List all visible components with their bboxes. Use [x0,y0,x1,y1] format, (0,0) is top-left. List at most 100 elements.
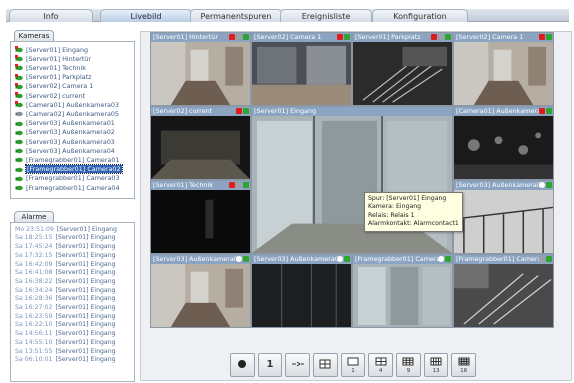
layout-custom-button[interactable] [313,353,338,377]
relay-icon[interactable] [236,256,242,262]
camera-status-icon[interactable] [546,182,552,188]
alarm-list-item[interactable]: Sa 14:55:10 [Server01] Eingang [15,338,116,347]
camera-list-item[interactable]: [Server01] Eingang [15,45,88,54]
video-cell-controls [236,256,249,262]
camera-list-item[interactable]: [Server01] Hintertür [15,54,91,63]
alarm-list-item[interactable]: Sa 16:41:08 [Server01] Eingang [15,269,116,278]
record-button[interactable] [230,353,255,377]
camera-list-item[interactable]: [Server02] current [15,91,85,100]
camera-list-item[interactable]: [Server01] Technik [15,63,86,72]
camera-list-item[interactable]: [Server02] Camera 1 [15,82,93,91]
layout-9-button[interactable]: 9 [396,353,421,377]
record-indicator-icon[interactable] [229,182,235,188]
camera-list-item[interactable]: [Framegrabber01] Camera01 [15,155,120,164]
alarm-list-item[interactable]: Sa 06:10:01 [Server01] Eingang [15,356,116,365]
alarms-panel-tab: Alarme [14,211,54,222]
video-cell[interactable]: [Server02] Camera 1 [251,32,352,106]
alarm-list-item[interactable]: Sa 18:25:15 [Server01] Eingang [15,234,116,243]
record-indicator-icon[interactable] [337,34,343,40]
tab-konfiguration[interactable]: Konfiguration [372,9,468,22]
camera-list-item-label: [Framegrabber01] Camera02 [25,164,123,175]
layout-13-button[interactable]: 13 [423,353,449,377]
tab-permanentspuren[interactable]: Permanentspuren [190,9,282,22]
sequence-button[interactable] [285,353,311,377]
alarm-list-item[interactable]: Sa 16:23:59 [Server01] Eingang [15,312,116,321]
ptz-icon[interactable] [236,34,242,40]
alarm-list-item[interactable]: Sa 16:28:36 [Server01] Eingang [15,295,116,304]
alarm-list-item[interactable]: Sa 13:51:55 [Server01] Eingang [15,347,116,356]
camera-list[interactable]: [Server01] Eingang [Server01] Hintertür [S… [10,41,135,199]
camera-status-icon[interactable] [445,34,451,40]
record-indicator-icon[interactable] [229,34,235,40]
alarm-list[interactable]: Mo 23:51:09 [Server01] Eingang Sa 18:25:15… [10,222,135,382]
video-cell[interactable]: [Framegrabber01] Camera02 [352,254,453,328]
video-cell[interactable]: [Server01] Technik [150,180,251,254]
video-cell[interactable]: [Server02] current [150,106,251,180]
tab-info[interactable]: Info [9,9,93,22]
tab-ereignisliste[interactable]: Ereignisliste [280,9,372,22]
layout-16-button[interactable]: 16 [451,353,477,377]
camera-icon [15,92,23,99]
camera-list-item[interactable]: [Camera01] Außenkamera03 [15,100,119,109]
alarm-list-item[interactable]: Sa 17:32:15 [Server01] Eingang [15,251,116,260]
alarm-time: Sa 13:51:55 [15,347,53,355]
alarm-list-item[interactable]: Sa 16:38:22 [Server01] Eingang [15,277,116,286]
alarm-list-item[interactable]: Sa 16:42:09 [Server01] Eingang [15,260,116,269]
layout-1-button[interactable]: 1 [340,353,366,377]
video-cell[interactable]: [Server03] Außenkamera02 [251,254,352,328]
camera-status-icon[interactable] [344,256,350,262]
tooltip-line: Kamera: Eingang [368,203,422,211]
tab-livebild[interactable]: Livebild [100,9,192,22]
video-cell[interactable]: [Server02] Camera 1 [453,32,554,106]
layout-4-button[interactable]: 4 [368,353,394,377]
camera-status-icon[interactable] [546,108,552,114]
single-view-button[interactable]: 1 [257,353,283,377]
alarm-list-item[interactable]: Sa 16:22:10 [Server01] Eingang [15,321,116,330]
camera-status-icon[interactable] [546,34,552,40]
record-indicator-icon[interactable] [431,34,437,40]
ptz-icon[interactable] [539,256,545,262]
video-cell[interactable]: [Server01] Eingang [251,106,453,254]
camera-list-item[interactable]: [Server03] Außenkamera01 [15,119,115,128]
alarm-list-item[interactable]: Sa 14:56:11 [Server01] Eingang [15,329,116,338]
alarm-list-item[interactable]: Sa 17:45:24 [Server01] Eingang [15,242,116,251]
relay-icon[interactable] [438,256,444,262]
camera-status-icon[interactable] [445,256,451,262]
video-cell[interactable]: [Server03] Außenkamera04 [453,180,554,254]
video-cell-controls [236,108,249,114]
video-cell[interactable]: [Framegrabber01] Camera03 [453,254,554,328]
ptz-icon[interactable] [236,182,242,188]
camera-list-item[interactable]: [Framegrabber01] Camera04 [15,183,120,192]
relay-icon[interactable] [539,182,545,188]
camera-list-item[interactable]: [Framegrabber01] Camera03 [15,174,120,183]
camera-list-item[interactable]: [Server03] Außenkamera04 [15,146,115,155]
alarm-device: [Server01] Eingang [55,286,116,294]
alarm-time: Sa 16:41:08 [15,269,53,277]
camera-status-icon[interactable] [243,182,249,188]
camera-list-item[interactable]: [Framegrabber01] Camera02 [15,164,123,175]
record-indicator-icon[interactable] [539,34,545,40]
camera-list-item[interactable]: [Server01] Parkplatz [15,73,92,82]
alarm-list-item[interactable]: Mo 23:51:09 [Server01] Eingang [15,225,117,234]
video-cell[interactable]: [Server01] Hintertür [150,32,251,106]
record-indicator-icon[interactable] [236,108,242,114]
camera-status-icon[interactable] [243,34,249,40]
camera-status-icon[interactable] [546,256,552,262]
video-tooltip: Spur: [Server01] Eingang Kamera: Eingang R… [364,192,463,232]
camera-status-icon[interactable] [243,108,249,114]
video-cell[interactable]: [Server03] Außenkamera01 [150,254,251,328]
alarm-list-item[interactable]: Sa 16:27:02 [Server01] Eingang [15,303,116,312]
camera-icon [15,166,23,173]
relay-icon[interactable] [337,256,343,262]
alarm-list-item[interactable]: Sa 16:34:24 [Server01] Eingang [15,286,116,295]
camera-list-item[interactable]: [Server03] Außenkamera02 [15,128,115,137]
video-cell[interactable]: [Server01] Parkplatz [352,32,453,106]
alarm-time: Sa 16:28:36 [15,295,53,303]
camera-status-icon[interactable] [243,256,249,262]
camera-list-item[interactable]: [Server03] Außenkamera03 [15,137,115,146]
camera-status-icon[interactable] [344,34,350,40]
video-cell[interactable]: [Camera01] Außenkamera03 [453,106,554,180]
camera-list-item[interactable]: [Camera02] Außenkamera05 [15,109,119,118]
record-indicator-icon[interactable] [539,108,545,114]
ptz-icon[interactable] [438,34,444,40]
